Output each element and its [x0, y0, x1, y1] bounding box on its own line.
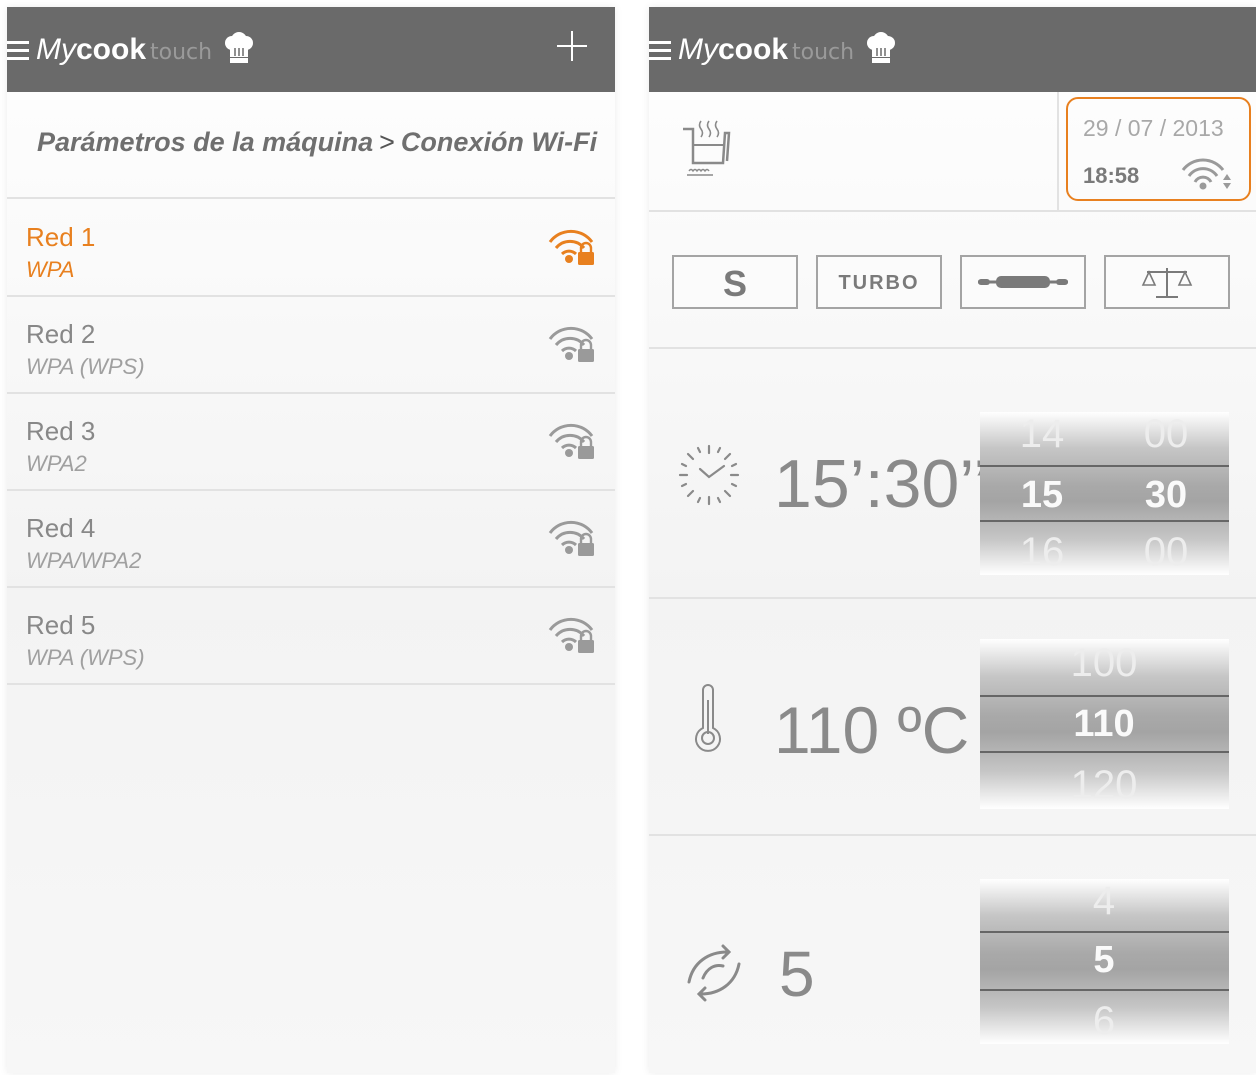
network-item[interactable]: Red 1 WPA	[7, 200, 615, 296]
breadcrumb: Parámetros de la máquina > Conexión Wi-Fi	[37, 127, 597, 158]
divider	[7, 683, 615, 685]
breadcrumb-current: Conexión Wi-Fi	[400, 127, 598, 157]
timer-seconds-prev[interactable]: 00	[1126, 412, 1206, 457]
network-item[interactable]: Red 2 WPA (WPS)	[7, 297, 615, 393]
network-security: WPA/WPA2	[26, 548, 142, 573]
network-name: Red 5	[26, 610, 96, 640]
chef-hat-icon	[224, 32, 253, 63]
speed-selected[interactable]: 5	[1064, 939, 1144, 982]
divider	[7, 197, 615, 199]
app-logo: Mycook touch	[36, 32, 254, 67]
wifi-lock-icon	[548, 325, 600, 365]
chef-hat-icon	[866, 32, 895, 63]
network-item[interactable]: Red 3 WPA2	[7, 394, 615, 490]
network-security: WPA	[26, 257, 75, 282]
timer-picker[interactable]: 14 15 16 00 30 00	[980, 412, 1229, 575]
temperature-prev[interactable]: 100	[1064, 641, 1144, 686]
speed-icon	[687, 944, 741, 1002]
time-label: 18:58	[1083, 163, 1140, 188]
divider	[649, 210, 1256, 212]
kneading-button[interactable]	[960, 255, 1086, 309]
rolling-pin-icon	[978, 276, 1068, 288]
temperature-picker[interactable]: 100 110 120	[980, 639, 1229, 809]
timer-seconds-selected[interactable]: 30	[1126, 474, 1206, 517]
thermometer-icon	[695, 684, 721, 752]
network-item[interactable]: Red 4 WPA/WPA2	[7, 491, 615, 587]
network-security: WPA2	[26, 451, 87, 476]
network-security: WPA (WPS)	[26, 354, 145, 379]
date-label: 29 / 07 / 2013	[1083, 115, 1224, 141]
app-bar: Mycook touch	[649, 7, 1256, 92]
divider	[649, 347, 1256, 349]
speed-next[interactable]: 6	[1064, 999, 1144, 1044]
turbo-button[interactable]: TURBO	[816, 255, 942, 309]
jug-heating-icon[interactable]	[679, 117, 739, 181]
status-box[interactable]: 29 / 07 / 2013 18:58	[1066, 97, 1251, 201]
cooking-screen: Mycook touch 29 / 07 / 2013 18:58 S TURB…	[649, 7, 1256, 1073]
network-security: WPA (WPS)	[26, 645, 145, 670]
app-bar: Mycook touch	[7, 7, 615, 92]
timer-value: 15’:30’’	[774, 446, 989, 522]
add-icon[interactable]	[555, 29, 589, 63]
divider	[649, 597, 1256, 599]
scale-button[interactable]	[1104, 255, 1230, 309]
divider	[649, 834, 1256, 836]
speed-picker[interactable]: 4 5 6	[980, 879, 1229, 1044]
wifi-lock-icon	[548, 422, 600, 462]
s-mode-button[interactable]: S	[672, 255, 798, 309]
timer-minutes-next[interactable]: 16	[1002, 530, 1082, 575]
wifi-lock-icon	[548, 519, 600, 559]
menu-icon[interactable]	[7, 41, 29, 61]
speed-value: 5	[779, 938, 815, 1010]
wifi-settings-screen: Mycook touch Parámetros de la máquina > Con…	[7, 7, 615, 1073]
timer-minutes-selected[interactable]: 15	[1002, 474, 1082, 517]
menu-icon[interactable]	[649, 41, 671, 61]
breadcrumb-parent[interactable]: Parámetros de la máquina	[37, 127, 373, 157]
speed-prev[interactable]: 4	[1064, 879, 1144, 924]
wifi-signal-icon	[1181, 158, 1231, 190]
temperature-value: 110 ºC	[774, 693, 970, 767]
wifi-lock-icon	[548, 228, 600, 268]
network-item[interactable]: Red 5 WPA (WPS)	[7, 588, 615, 684]
network-name: Red 3	[26, 416, 96, 446]
header-divider	[1057, 92, 1059, 210]
wifi-lock-icon	[548, 616, 600, 656]
network-name: Red 2	[26, 319, 96, 349]
temperature-next[interactable]: 120	[1064, 763, 1144, 808]
timer-icon	[678, 444, 740, 506]
network-name: Red 1	[26, 222, 96, 252]
timer-minutes-prev[interactable]: 14	[1002, 412, 1082, 457]
temperature-selected[interactable]: 110	[1064, 703, 1144, 746]
timer-seconds-next[interactable]: 00	[1126, 530, 1206, 575]
breadcrumb-separator: >	[379, 127, 395, 157]
scale-icon	[1141, 268, 1193, 298]
network-name: Red 4	[26, 513, 96, 543]
app-logo: Mycook touch	[678, 32, 896, 67]
